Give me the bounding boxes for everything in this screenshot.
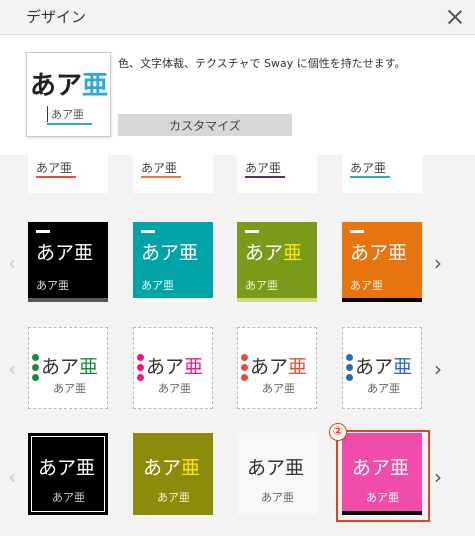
design-tile[interactable]: あア亜 あア亜	[28, 433, 108, 515]
tile-sample-text: あア亜	[366, 491, 399, 504]
tile-bottom-bar	[133, 298, 213, 302]
tile-sample-text: あア亜	[350, 279, 383, 292]
tile-underline	[245, 176, 285, 178]
tile-heading: あア亜	[146, 356, 204, 378]
tile-heading: あア亜	[250, 356, 308, 378]
design-description: 色、文字体裁、テクスチャで Sway に個性を持たせます。	[118, 57, 406, 70]
tile-sample-text: あア亜	[141, 161, 178, 175]
design-tile[interactable]: あア亜 あア亜	[28, 222, 108, 302]
panel-header: デザイン	[0, 0, 475, 35]
tile-sample-text: あア亜	[261, 491, 294, 504]
tile-heading: あア亜	[141, 242, 199, 264]
design-tile[interactable]: あア亜 あア亜	[342, 222, 422, 302]
tile-dash	[36, 230, 50, 233]
design-tile[interactable]: あア亜 あア亜	[28, 327, 108, 409]
design-tile[interactable]: あア亜 あア亜	[133, 433, 213, 515]
tile-sample-text: あア亜	[158, 382, 191, 395]
preview-accent-line	[47, 123, 92, 125]
tile-sample-text: あア亜	[157, 491, 190, 504]
current-design-preview: あア亜 あア亜	[26, 52, 111, 137]
tile-heading: あア亜	[38, 457, 96, 479]
tile-heading: あア亜	[41, 356, 99, 378]
design-gallery: あア亜 あア亜 あア亜 あア亜 あア亜 あア亜 あア亜 あア亜 あア亜 あア亜 あア亜 あア亜 あア亜あ…	[0, 155, 475, 536]
tile-sample-text: あア亜	[245, 279, 278, 292]
tile-bottom-bar	[237, 298, 317, 302]
chevron-right-icon[interactable]: ›	[434, 251, 442, 275]
tile-heading: あア亜	[245, 242, 303, 264]
design-tile[interactable]: あア亜 あア亜	[133, 222, 213, 302]
chevron-right-icon[interactable]: ›	[434, 357, 442, 381]
close-icon[interactable]	[446, 8, 464, 26]
tile-sample-text: あア亜	[367, 382, 400, 395]
tile-dot	[346, 354, 353, 361]
tile-sample-text: あア亜	[141, 279, 174, 292]
design-tile[interactable]: あア亜 あア亜	[133, 327, 213, 409]
tile-dot	[137, 354, 144, 361]
tile-heading: あア亜	[247, 457, 305, 479]
tile-heading: あア亜	[143, 457, 201, 479]
tile-dot	[32, 364, 39, 371]
tile-dot	[241, 374, 248, 381]
tile-underline	[350, 176, 390, 178]
tile-dash	[141, 230, 155, 233]
tile-bottom-bar	[342, 298, 422, 302]
tile-heading: あア亜	[352, 457, 410, 479]
tile-dot	[346, 374, 353, 381]
design-tile[interactable]: あア亜 あア亜	[237, 327, 317, 409]
tile-dot	[32, 354, 39, 361]
chevron-left-icon[interactable]: ‹	[8, 357, 16, 381]
tile-underline	[36, 176, 76, 178]
tile-sample-text: あア亜	[36, 279, 69, 292]
preview-heading: あア亜	[30, 71, 109, 101]
tile-dot	[241, 354, 248, 361]
panel-title: デザイン	[26, 8, 87, 26]
chevron-left-icon[interactable]: ‹	[8, 465, 16, 489]
design-tile[interactable]: あア亜	[133, 155, 213, 193]
tile-dot	[137, 364, 144, 371]
tile-sample-text: あア亜	[262, 382, 295, 395]
tile-heading: あア亜	[350, 242, 408, 264]
tile-sample-text: あア亜	[52, 491, 85, 504]
tile-bottom-bar	[28, 298, 108, 302]
tile-dot	[32, 374, 39, 381]
customize-button[interactable]: カスタマイズ	[118, 114, 292, 136]
tile-heading: あア亜	[355, 356, 413, 378]
tile-dash	[350, 230, 364, 233]
design-tile[interactable]: あア亜	[342, 155, 422, 193]
tile-bottom-bar	[342, 511, 422, 515]
preview-body-text: あア亜	[47, 106, 84, 122]
tile-dot	[346, 364, 353, 371]
tile-dash	[245, 230, 259, 233]
design-tile[interactable]: あア亜 あア亜	[342, 433, 422, 515]
step-number-badge: ②	[329, 423, 347, 441]
design-tile[interactable]: あア亜 あア亜	[237, 222, 317, 302]
tile-sample-text: あア亜	[53, 382, 86, 395]
design-tile[interactable]: あア亜 あア亜	[342, 327, 422, 409]
chevron-right-icon[interactable]: ›	[434, 465, 442, 489]
tile-sample-text: あア亜	[36, 161, 73, 175]
tile-underline	[141, 176, 181, 178]
tile-sample-text: あア亜	[350, 161, 387, 175]
design-tile[interactable]: あア亜	[28, 155, 108, 193]
tile-sample-text: あア亜	[245, 161, 282, 175]
tile-dot	[137, 374, 144, 381]
design-tile[interactable]: あア亜 あア亜	[237, 433, 317, 515]
chevron-left-icon[interactable]: ‹	[8, 251, 16, 275]
tile-dot	[241, 364, 248, 371]
tile-heading: あア亜	[36, 242, 94, 264]
design-tile[interactable]: あア亜	[237, 155, 317, 193]
